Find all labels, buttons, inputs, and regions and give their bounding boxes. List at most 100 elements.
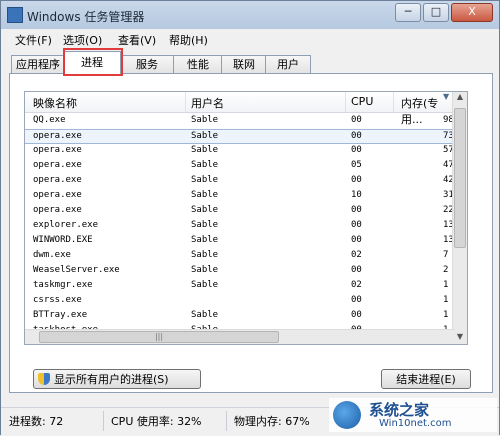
horizontal-scroll-thumb[interactable]: ||| <box>39 331 279 343</box>
menu-view[interactable]: 查看(V) <box>118 32 156 48</box>
process-user-name: Sable <box>191 175 219 185</box>
process-image-name: QQ.exe <box>33 115 66 125</box>
process-row[interactable]: WeaselServer.exe Sable 00 2 <box>25 264 455 279</box>
task-manager-icon <box>7 7 23 23</box>
title-bar[interactable]: Windows 任务管理器 ─ □ X <box>1 1 499 29</box>
process-cpu: 02 <box>351 250 362 260</box>
process-cpu: 00 <box>351 131 362 141</box>
process-user-name: Sable <box>191 310 219 320</box>
tab-processes[interactable]: 进程 <box>63 51 121 74</box>
process-cpu: 00 <box>351 265 362 275</box>
process-image-name: opera.exe <box>33 190 82 200</box>
vertical-scrollbar[interactable]: ▲ ▼ <box>452 92 467 344</box>
process-image-name: dwm.exe <box>33 250 71 260</box>
column-user-name[interactable]: 用户名 <box>191 95 224 111</box>
process-user-name: Sable <box>191 145 219 155</box>
tab-networking[interactable]: 联网 <box>221 55 267 74</box>
list-header: 映像名称 用户名 CPU 内存(专用... ▼ <box>25 92 455 126</box>
process-image-name: explorer.exe <box>33 220 99 230</box>
process-user-name: Sable <box>191 220 219 230</box>
process-image-name: opera.exe <box>33 205 82 215</box>
process-row[interactable]: QQ.exe Sable 00 98 <box>25 114 455 129</box>
process-cpu: 10 <box>351 190 362 200</box>
watermark: 系统之家 Win10net.com <box>329 398 497 432</box>
process-cpu: 05 <box>351 160 362 170</box>
uac-shield-icon <box>38 373 50 385</box>
maximize-button[interactable]: □ <box>423 3 449 22</box>
process-cpu: 00 <box>351 295 362 305</box>
process-memory: 1 <box>443 295 449 305</box>
status-cpu-usage: CPU 使用率: 32% <box>111 415 202 428</box>
process-row[interactable]: BTTray.exe Sable 00 1 <box>25 309 455 324</box>
process-row[interactable]: opera.exe Sable 05 47 <box>25 159 455 174</box>
horizontal-scrollbar[interactable]: ||| <box>25 329 455 344</box>
sort-arrow-icon: ▼ <box>443 92 450 101</box>
menu-help[interactable]: 帮助(H) <box>169 32 208 48</box>
process-user-name: Sable <box>191 115 219 125</box>
tab-performance[interactable]: 性能 <box>173 55 223 74</box>
process-user-name: Sable <box>191 280 219 290</box>
status-process-count: 进程数: 72 <box>9 415 64 428</box>
process-image-name: WINWORD.EXE <box>33 235 93 245</box>
process-image-name: opera.exe <box>33 145 82 155</box>
vertical-scroll-thumb[interactable] <box>454 108 466 248</box>
tab-services[interactable]: 服务 <box>119 55 175 74</box>
task-manager-window: Windows 任务管理器 ─ □ X 文件(F) 选项(O) 查看(V) 帮助… <box>0 0 500 436</box>
watermark-title: 系统之家 <box>369 401 430 419</box>
process-user-name: Sable <box>191 235 219 245</box>
process-row[interactable]: opera.exe Sable 10 31 <box>25 189 455 204</box>
process-cpu: 00 <box>351 310 362 320</box>
process-memory: 2 <box>443 265 449 275</box>
process-cpu: 00 <box>351 115 362 125</box>
status-physical-memory: 物理内存: 67% <box>234 415 310 428</box>
scroll-down-icon[interactable]: ▼ <box>453 332 467 344</box>
close-button[interactable]: X <box>451 3 493 22</box>
process-cpu: 00 <box>351 205 362 215</box>
watermark-logo-icon <box>333 401 361 429</box>
scroll-up-icon[interactable]: ▲ <box>453 92 467 106</box>
process-image-name: taskmgr.exe <box>33 280 93 290</box>
process-image-name: opera.exe <box>33 175 82 185</box>
process-image-name: WeaselServer.exe <box>33 265 120 275</box>
process-row[interactable]: WINWORD.EXE Sable 00 13 <box>25 234 455 249</box>
show-all-users-label: 显示所有用户的进程(S) <box>54 373 169 386</box>
process-row[interactable]: opera.exe Sable 00 42 <box>25 174 455 189</box>
minimize-button[interactable]: ─ <box>395 3 421 22</box>
process-cpu: 00 <box>351 220 362 230</box>
tab-applications[interactable]: 应用程序 <box>11 55 65 74</box>
process-user-name: Sable <box>191 160 219 170</box>
process-row[interactable]: dwm.exe Sable 02 7 <box>25 249 455 264</box>
process-cpu: 00 <box>351 235 362 245</box>
process-memory: 1 <box>443 280 449 290</box>
process-cpu: 00 <box>351 175 362 185</box>
menu-options[interactable]: 选项(O) <box>63 32 102 48</box>
window-title: Windows 任务管理器 <box>27 10 145 24</box>
process-image-name: BTTray.exe <box>33 310 88 320</box>
show-all-users-button[interactable]: 显示所有用户的进程(S) <box>33 369 201 389</box>
process-image-name: csrss.exe <box>33 295 82 305</box>
process-image-name: opera.exe <box>33 131 82 141</box>
column-cpu[interactable]: CPU <box>351 95 373 108</box>
process-list[interactable]: 映像名称 用户名 CPU 内存(专用... ▼ QQ.exe Sable 00 98 o… <box>24 91 468 345</box>
process-row[interactable]: explorer.exe Sable 00 13 <box>25 219 455 234</box>
process-memory: 7 <box>443 250 449 260</box>
process-row[interactable]: opera.exe Sable 00 22 <box>25 204 455 219</box>
tab-users[interactable]: 用户 <box>265 55 311 74</box>
process-memory: 1 <box>443 310 449 320</box>
process-row[interactable]: opera.exe Sable 00 57 <box>25 144 455 159</box>
watermark-url: Win10net.com <box>379 418 452 429</box>
process-cpu: 00 <box>351 145 362 155</box>
process-user-name: Sable <box>191 131 219 141</box>
process-user-name: Sable <box>191 190 219 200</box>
process-row[interactable]: taskmgr.exe Sable 02 1 <box>25 279 455 294</box>
process-user-name: Sable <box>191 265 219 275</box>
process-cpu: 02 <box>351 280 362 290</box>
process-row[interactable]: opera.exe Sable 00 73 <box>25 129 455 144</box>
process-row[interactable]: csrss.exe 00 1 <box>25 294 455 309</box>
process-user-name: Sable <box>191 250 219 260</box>
process-image-name: opera.exe <box>33 160 82 170</box>
menu-file[interactable]: 文件(F) <box>15 32 52 48</box>
end-process-button[interactable]: 结束进程(E) <box>381 369 471 389</box>
process-user-name: Sable <box>191 205 219 215</box>
column-image-name[interactable]: 映像名称 <box>33 95 77 111</box>
